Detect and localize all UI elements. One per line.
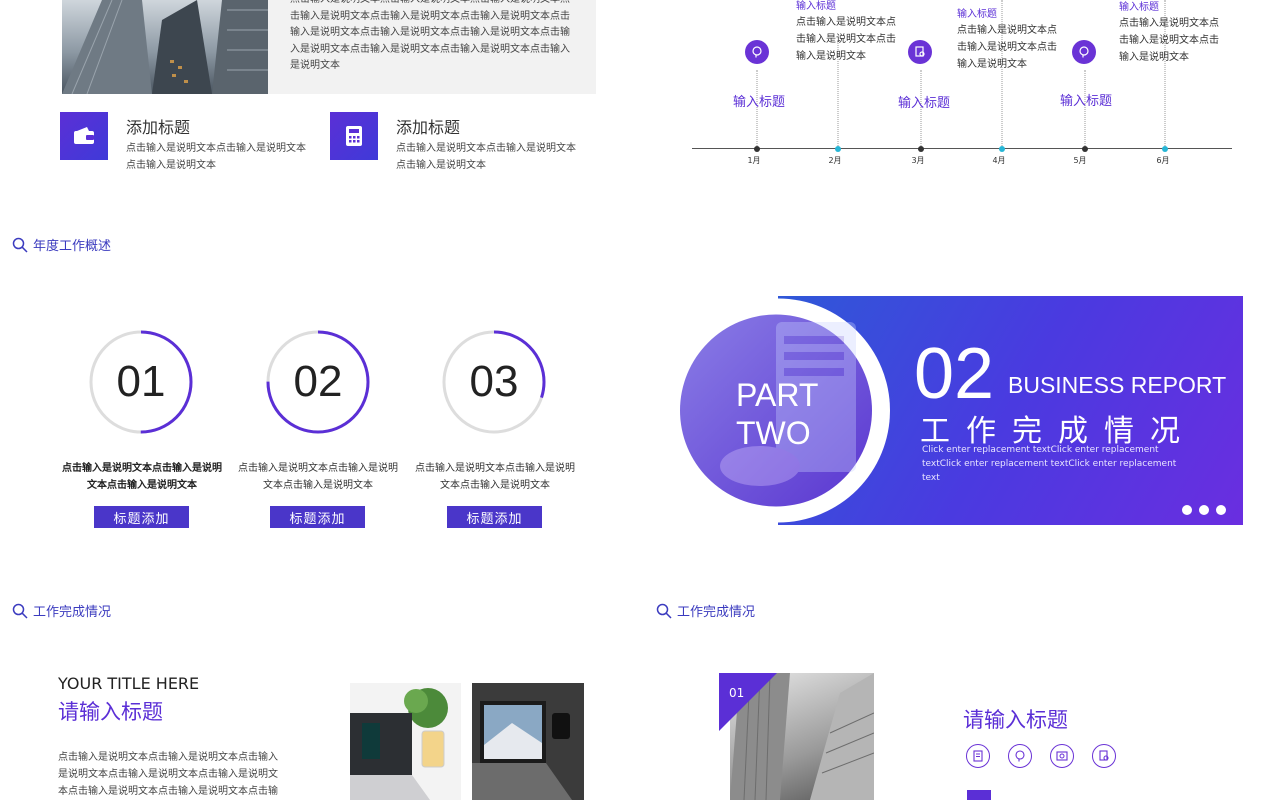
- add-title-button[interactable]: 标题添加: [94, 506, 189, 528]
- ring-number: 02: [293, 357, 343, 406]
- ring-desc: 点击输入是说明文本点击输入是说明文本点击输入是说明文本: [415, 463, 575, 491]
- wallet-icon: [60, 112, 108, 160]
- ring-desc: 点击输入是说明文本点击输入是说明文本点击输入是说明文本: [238, 463, 398, 491]
- timeline-label: 输入标题: [897, 96, 951, 111]
- timeline-info: 输入标题 点击输入是说明文本点击输入是说明文本点击输入是说明文本: [957, 8, 1057, 73]
- add-title-button[interactable]: 标题添加: [270, 506, 365, 528]
- building-photo: [62, 0, 268, 94]
- section-header-done-left: 工作完成情况: [12, 601, 111, 620]
- part-line: TWO: [736, 415, 811, 451]
- slide5-title-cn: 请输入标题: [58, 700, 163, 724]
- head-icon: [745, 40, 769, 64]
- timeline-guide: [1084, 70, 1086, 148]
- banner-dot: [1216, 505, 1226, 515]
- section-title: 工作完成情况: [677, 605, 756, 620]
- calculator-icon: [330, 112, 378, 160]
- progress-ring-2: 02: [266, 330, 370, 434]
- ring-desc: 点击输入是说明文本点击输入是说明文本点击输入是说明文本: [62, 463, 222, 491]
- banner-number: 02: [914, 334, 995, 414]
- month-label: 5月: [1073, 156, 1087, 165]
- month-label: 1月: [747, 156, 761, 165]
- slide6-title: 请输入标题: [963, 708, 1068, 732]
- accent-block: [967, 790, 991, 800]
- add-title-button[interactable]: 标题添加: [447, 506, 542, 528]
- slide5-title-en: YOUR TITLE HERE: [58, 674, 200, 693]
- search-icon: [12, 603, 28, 619]
- timeline-dot: [835, 145, 841, 152]
- ring-number: 01: [116, 357, 166, 406]
- head-icon: [1072, 40, 1096, 64]
- search-icon: [656, 603, 672, 619]
- timeline: 1月 2月 3月 4月 5月 6月 输入标题 输入标题 输入标题 输入标题 点击…: [690, 0, 1235, 180]
- timeline-dot: [1162, 145, 1168, 152]
- timeline-info: 输入标题 点击输入是说明文本点击输入是说明文本点击输入是说明文本: [796, 0, 896, 65]
- section-title: 工作完成情况: [33, 605, 112, 620]
- progress-ring-1: 01: [89, 330, 193, 434]
- timeline-dot: [754, 145, 760, 152]
- feature-2: 添加标题 点击输入是说明文本点击输入是说明文本点击输入是说明文本: [330, 112, 580, 172]
- intro-text-box: 点击输入是说明文本点击输入是说明文本点击输入是说明文本点击输入是说明文本点击输入…: [268, 0, 596, 94]
- section-title: 年度工作概述: [33, 239, 112, 254]
- ring-number: 03: [469, 357, 519, 406]
- slide5-desc: 点击输入是说明文本点击输入是说明文本点击输入是说明文本点击输入是说明文本点击输入…: [58, 752, 278, 797]
- intro-paragraph: 点击输入是说明文本点击输入是说明文本点击输入是说明文本点击输入是说明文本点击输入…: [290, 0, 570, 71]
- part-line: PART: [736, 377, 819, 413]
- search-doc-icon: [1092, 744, 1116, 768]
- timeline-dot: [918, 145, 924, 152]
- timeline-dot: [1082, 145, 1088, 152]
- search-icon: [12, 237, 28, 253]
- tag-number: 01: [729, 686, 745, 700]
- feature-title: 添加标题: [396, 118, 461, 137]
- timeline-info-desc: 点击输入是说明文本点击输入是说明文本点击输入是说明文本: [796, 17, 896, 62]
- timeline-info-title: 输入标题: [1119, 2, 1159, 13]
- timeline-label: 输入标题: [732, 95, 786, 110]
- banner-eng-title: BUSINESS REPORT: [1008, 372, 1227, 398]
- section-header-done-right: 工作完成情况: [656, 601, 755, 620]
- timeline-info-title: 输入标题: [957, 9, 997, 20]
- head-icon: [1008, 744, 1032, 768]
- image-icon: [1050, 744, 1074, 768]
- laptop-desk-photo: [472, 683, 584, 800]
- feature-desc: 点击输入是说明文本点击输入是说明文本点击输入是说明文本: [396, 143, 576, 171]
- feature-title: 添加标题: [126, 118, 191, 137]
- timeline-info-title: 输入标题: [796, 1, 836, 12]
- month-label: 2月: [828, 156, 842, 165]
- month-label: 4月: [992, 156, 1006, 165]
- timeline-label: 输入标题: [1059, 94, 1113, 109]
- timeline-info-desc: 点击输入是说明文本点击输入是说明文本点击输入是说明文本: [1119, 18, 1219, 63]
- laptop-plant-photo: [350, 683, 461, 800]
- document-icon: [966, 744, 990, 768]
- banner-dot: [1199, 505, 1209, 515]
- timeline-info: 输入标题 点击输入是说明文本点击输入是说明文本点击输入是说明文本: [1119, 1, 1219, 66]
- section-header-annual: 年度工作概述: [12, 235, 111, 254]
- timeline-dot: [999, 145, 1005, 152]
- document-search-icon: [908, 40, 932, 64]
- part-title: PART TWO: [736, 376, 826, 452]
- month-label: 6月: [1156, 156, 1170, 165]
- banner-desc: Click enter replacement textClick enter …: [922, 445, 1177, 483]
- number-tag: 01: [719, 673, 777, 731]
- banner-dot: [1182, 505, 1192, 515]
- timeline-info-desc: 点击输入是说明文本点击输入是说明文本点击输入是说明文本: [957, 25, 1057, 70]
- month-label: 3月: [911, 156, 925, 165]
- feature-1: 添加标题 点击输入是说明文本点击输入是说明文本点击输入是说明文本: [60, 112, 310, 172]
- feature-desc: 点击输入是说明文本点击输入是说明文本点击输入是说明文本: [126, 143, 306, 171]
- progress-ring-3: 03: [442, 330, 546, 434]
- timeline-axis: [692, 148, 1232, 149]
